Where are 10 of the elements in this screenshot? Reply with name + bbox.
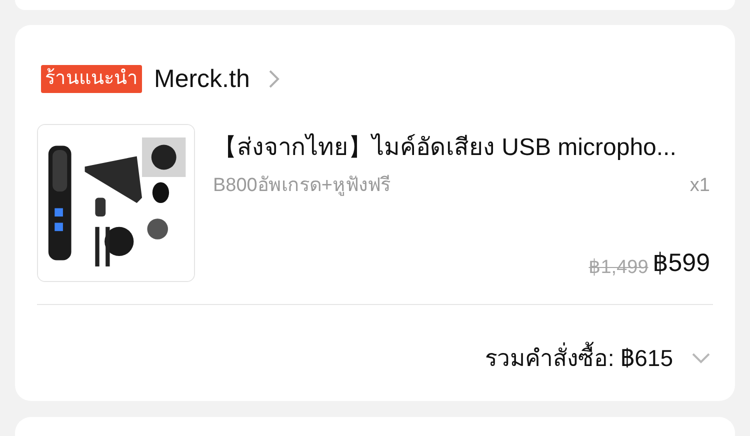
quantity: x1: [690, 174, 710, 198]
shop-badge: ร้านแนะนำ: [41, 65, 142, 94]
chevron-down-icon[interactable]: [691, 352, 711, 364]
shop-name[interactable]: Merck.th: [154, 60, 250, 98]
order-total: รวมคำสั่งซื้อ: ฿615: [484, 341, 673, 376]
product-variant: B800อัพเกรด+หูฟังฟรี: [213, 174, 390, 198]
chevron-right-icon[interactable]: [268, 69, 280, 90]
price: ฿599: [652, 248, 710, 279]
original-price: ฿1,499: [588, 256, 648, 280]
product-title[interactable]: 【ส่งจากไทย】ไมค์อัดเสียง USB micropho...: [213, 130, 710, 166]
